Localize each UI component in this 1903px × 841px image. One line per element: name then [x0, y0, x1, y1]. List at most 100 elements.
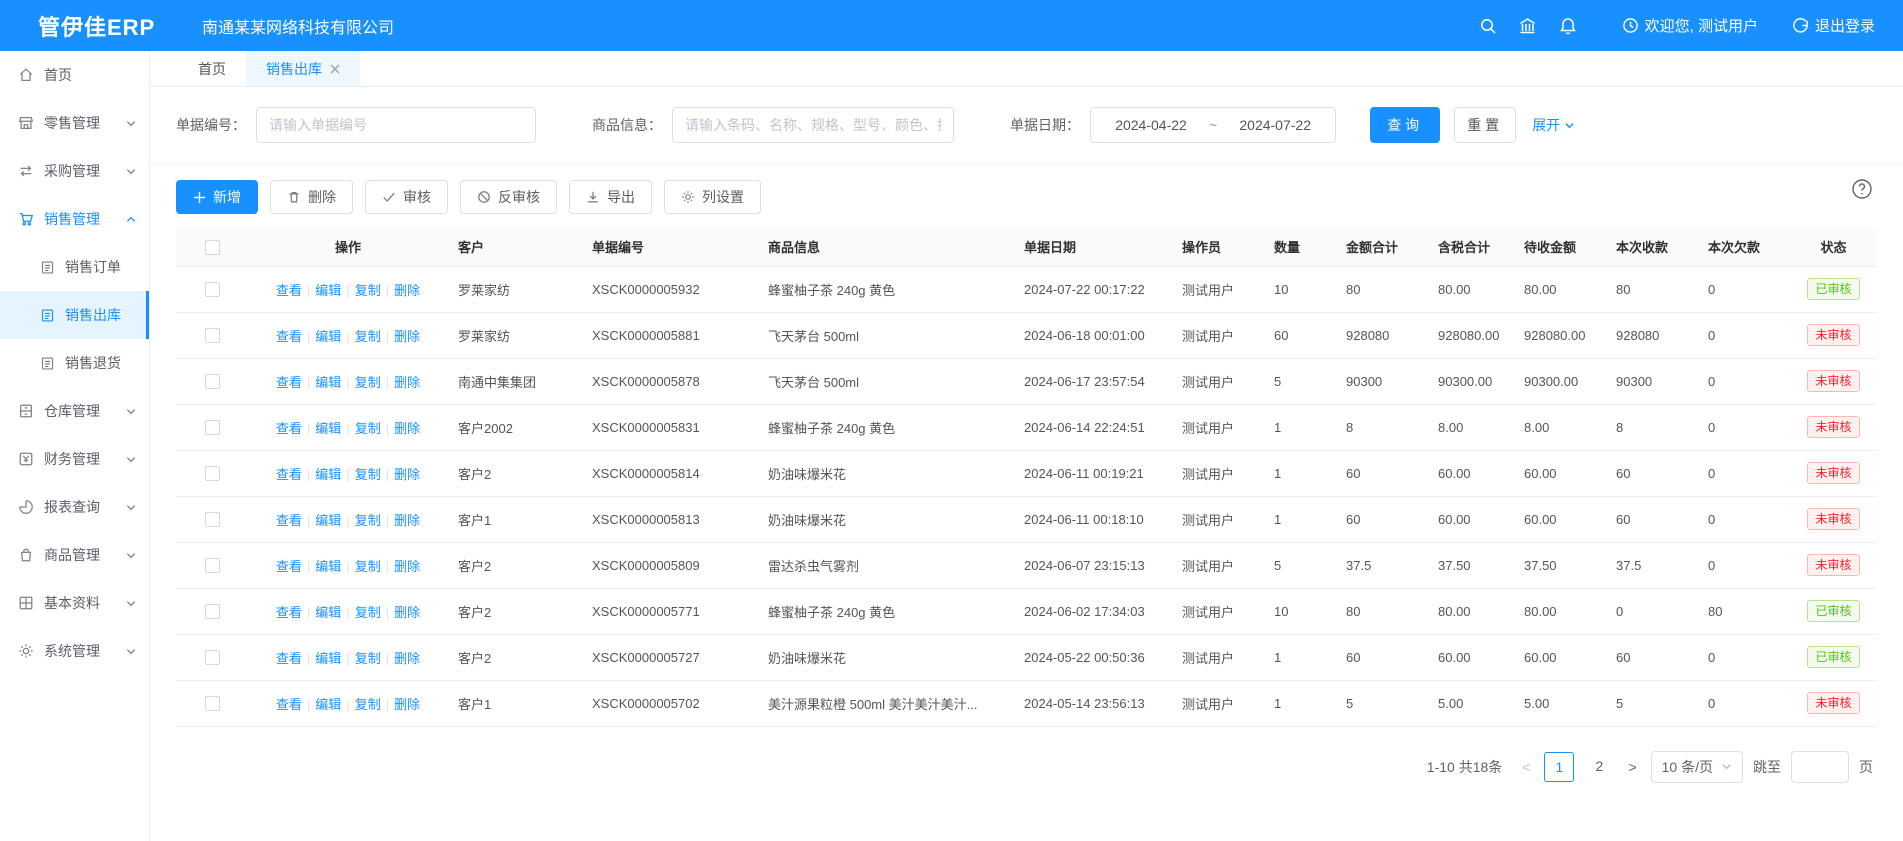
logout-button[interactable]: 退出登录: [1792, 15, 1875, 36]
add-button[interactable]: 新增: [176, 180, 258, 214]
delete-link[interactable]: 删除: [394, 651, 420, 666]
logout-icon: [1792, 17, 1809, 34]
edit-link[interactable]: 编辑: [315, 697, 341, 712]
edit-link[interactable]: 编辑: [315, 283, 341, 298]
delete-link[interactable]: 删除: [394, 421, 420, 436]
reset-button[interactable]: 重置: [1454, 107, 1516, 143]
page-size-select[interactable]: 10 条/页: [1651, 751, 1743, 783]
home-bank-icon[interactable]: [1508, 17, 1548, 35]
row-checkbox[interactable]: [205, 696, 220, 711]
date-range-picker[interactable]: ~: [1090, 107, 1336, 143]
date-start-input[interactable]: [1097, 117, 1205, 133]
delete-link[interactable]: 删除: [394, 559, 420, 574]
grid-icon: [18, 595, 34, 611]
view-link[interactable]: 查看: [276, 559, 302, 574]
search-icon[interactable]: [1468, 17, 1508, 35]
tab-sales-outbound[interactable]: 销售出库: [246, 51, 360, 86]
expand-link[interactable]: 展开: [1532, 115, 1575, 135]
document-icon: [40, 308, 55, 323]
copy-link[interactable]: 复制: [355, 697, 381, 712]
edit-link[interactable]: 编辑: [315, 375, 341, 390]
view-link[interactable]: 查看: [276, 697, 302, 712]
sidebar-item-finance[interactable]: 财务管理: [0, 435, 149, 483]
sidebar-item-reports[interactable]: 报表查询: [0, 483, 149, 531]
copy-link[interactable]: 复制: [355, 421, 381, 436]
row-checkbox[interactable]: [205, 604, 220, 619]
sidebar-item-sales-outbound[interactable]: 销售出库: [0, 291, 149, 339]
delete-link[interactable]: 删除: [394, 283, 420, 298]
help-icon[interactable]: [1851, 178, 1873, 203]
page-2-button[interactable]: 2: [1584, 752, 1614, 782]
sidebar-item-purchase[interactable]: 采购管理: [0, 147, 149, 195]
delete-link[interactable]: 删除: [394, 605, 420, 620]
delete-link[interactable]: 删除: [394, 697, 420, 712]
bill-no-cell: XSCK0000005809: [582, 542, 758, 588]
sidebar-item-sales[interactable]: 销售管理: [0, 195, 149, 243]
sidebar-item-system[interactable]: 系统管理: [0, 627, 149, 675]
view-link[interactable]: 查看: [276, 605, 302, 620]
copy-link[interactable]: 复制: [355, 651, 381, 666]
sidebar-item-sales-returns[interactable]: 销售退货: [0, 339, 149, 387]
edit-link[interactable]: 编辑: [315, 421, 341, 436]
sidebar-item-basic-data[interactable]: 基本资料: [0, 579, 149, 627]
view-link[interactable]: 查看: [276, 283, 302, 298]
tab-home[interactable]: 首页: [178, 51, 246, 86]
copy-link[interactable]: 复制: [355, 559, 381, 574]
view-link[interactable]: 查看: [276, 375, 302, 390]
delete-button[interactable]: 删除: [270, 180, 353, 214]
tax-total-cell: 60.00: [1428, 634, 1514, 680]
jump-page-input[interactable]: [1791, 751, 1849, 783]
edit-link[interactable]: 编辑: [315, 329, 341, 344]
view-link[interactable]: 查看: [276, 329, 302, 344]
copy-link[interactable]: 复制: [355, 513, 381, 528]
delete-link[interactable]: 删除: [394, 329, 420, 344]
sidebar-item-warehouse[interactable]: 仓库管理: [0, 387, 149, 435]
edit-link[interactable]: 编辑: [315, 559, 341, 574]
page-1-button[interactable]: 1: [1544, 752, 1574, 782]
sidebar-item-retail[interactable]: 零售管理: [0, 99, 149, 147]
delete-link[interactable]: 删除: [394, 467, 420, 482]
copy-link[interactable]: 复制: [355, 467, 381, 482]
row-checkbox[interactable]: [205, 558, 220, 573]
copy-link[interactable]: 复制: [355, 329, 381, 344]
query-button[interactable]: 查询: [1370, 107, 1440, 143]
product-info-input[interactable]: [672, 107, 954, 143]
edit-link[interactable]: 编辑: [315, 467, 341, 482]
view-link[interactable]: 查看: [276, 651, 302, 666]
row-checkbox[interactable]: [205, 328, 220, 343]
welcome-user[interactable]: 欢迎您, 测试用户: [1622, 15, 1758, 36]
status-badge: 未审核: [1807, 692, 1859, 714]
sidebar-item-products[interactable]: 商品管理: [0, 531, 149, 579]
bill-no-input[interactable]: [256, 107, 536, 143]
edit-link[interactable]: 编辑: [315, 513, 341, 528]
delete-link[interactable]: 删除: [394, 375, 420, 390]
sidebar-item-home[interactable]: 首页: [0, 51, 149, 99]
next-page-arrow[interactable]: >: [1624, 759, 1640, 775]
row-checkbox[interactable]: [205, 420, 220, 435]
copy-link[interactable]: 复制: [355, 283, 381, 298]
export-button[interactable]: 导出: [569, 180, 652, 214]
prev-page-arrow[interactable]: <: [1518, 759, 1534, 775]
row-checkbox[interactable]: [205, 374, 220, 389]
copy-link[interactable]: 复制: [355, 375, 381, 390]
view-link[interactable]: 查看: [276, 467, 302, 482]
view-link[interactable]: 查看: [276, 513, 302, 528]
sidebar-item-sales-orders[interactable]: 销售订单: [0, 243, 149, 291]
audit-button[interactable]: 审核: [365, 180, 448, 214]
view-link[interactable]: 查看: [276, 421, 302, 436]
column-settings-button[interactable]: 列设置: [664, 180, 761, 214]
edit-link[interactable]: 编辑: [315, 651, 341, 666]
date-end-input[interactable]: [1221, 117, 1329, 133]
ban-icon: [477, 190, 491, 204]
copy-link[interactable]: 复制: [355, 605, 381, 620]
unaudit-button[interactable]: 反审核: [460, 180, 557, 214]
row-checkbox[interactable]: [205, 466, 220, 481]
notifications-bell-icon[interactable]: [1548, 17, 1588, 35]
select-all-checkbox[interactable]: [205, 240, 220, 255]
receivable-cell: 60.00: [1514, 450, 1606, 496]
row-checkbox[interactable]: [205, 650, 220, 665]
delete-link[interactable]: 删除: [394, 513, 420, 528]
row-checkbox[interactable]: [205, 282, 220, 297]
edit-link[interactable]: 编辑: [315, 605, 341, 620]
row-checkbox[interactable]: [205, 512, 220, 527]
